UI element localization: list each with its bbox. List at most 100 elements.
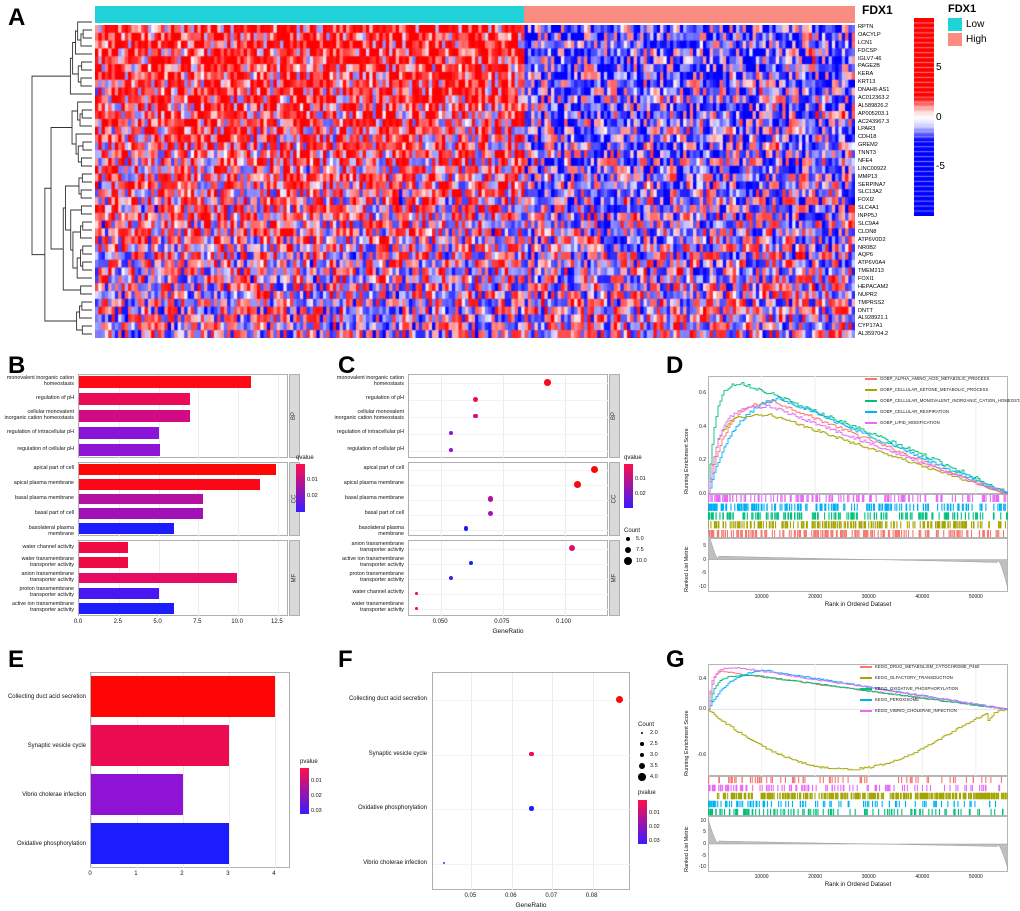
gsea-legend-line (865, 421, 877, 424)
gridline-horizontal (409, 514, 609, 516)
gene-label: DNAH8-AS1 (858, 87, 890, 93)
gsea-legend-row: GOBP_ALPHA_AMINO_ACID_METABOLIC_PROCESS (865, 376, 989, 381)
gene-label: AL359704.2 (858, 331, 889, 338)
x-axis-tick: 0.0 (73, 619, 83, 625)
bar-term (79, 602, 175, 614)
gene-label: TMEM213 (858, 268, 884, 275)
gsea-curve (708, 404, 1008, 495)
legend-tick-pvalue: 0.03 (311, 808, 322, 814)
term-label: regulation of pH (365, 395, 404, 402)
gsea-legend-label: KEGG_VIBRIO_CHOLERAE_INFECTION (875, 708, 957, 713)
legend-tick-qvalue: 0.02 (307, 493, 318, 499)
legend-dot-count (624, 546, 632, 554)
term-label: basal part of cell (34, 509, 74, 516)
gsea-legend-label: KEGG_OLFACTORY_TRANSDUCTION (875, 675, 953, 680)
gsea-curve (708, 396, 1008, 494)
bar-term (79, 508, 204, 520)
panel-f-kegg-dotplot: F Collecting duct acid secretion Synaptic… (330, 640, 660, 911)
facet-strip-cc: CC (609, 462, 620, 536)
legend-dot-count (638, 773, 646, 781)
x-axis-tick: 40000 (915, 874, 930, 880)
gridline-vertical (552, 673, 554, 891)
expression-colorbar (914, 18, 934, 216)
x-axis-title: GeneRatio (515, 902, 547, 909)
term-label: basolateral plasma membrane (28, 524, 74, 537)
gridline-horizontal (409, 433, 609, 435)
y-axis-tick-ranked: -10 (698, 583, 706, 590)
legend-swatch-low (948, 18, 962, 31)
gene-label: SLC4A1 (858, 205, 879, 212)
heatmap-body (95, 25, 855, 338)
dot-term (442, 861, 445, 864)
bar-term (79, 376, 251, 389)
gsea-legend-row: KEGG_OXIDATIVE_PHOSPHORYLATION (860, 686, 958, 691)
x-axis-tick: 0.100 (556, 619, 572, 625)
term-label: monovalent inorganic cation homeostasis (6, 375, 74, 388)
gridline-horizontal (409, 609, 609, 611)
legend-tick-pvalue: 0.02 (649, 824, 660, 830)
legend-colorbar-qvalue (624, 464, 633, 508)
legend-tick-qvalue: 0.01 (635, 476, 646, 482)
plot-area (432, 672, 631, 891)
gene-label: SLC13A2 (858, 189, 882, 196)
panel-letter-d: D (666, 352, 684, 379)
gene-label: INPP5J (858, 213, 877, 219)
gene-label: IGLV7-46 (858, 55, 882, 62)
ranked-list-metric-area (708, 818, 1008, 870)
gridline-horizontal (433, 863, 631, 865)
gene-label: GREM2 (858, 142, 878, 149)
gene-label: CDH18 (858, 134, 877, 141)
gridline-horizontal (409, 548, 609, 550)
term-label: water channel activity (352, 589, 404, 596)
x-axis-tick: 5.0 (153, 619, 162, 625)
x-axis-tick: 50000 (968, 874, 983, 880)
gsea-legend-label: GOBP_ALPHA_AMINO_ACID_METABOLIC_PROCESS (880, 376, 990, 381)
gsea-legend-row: GOBP_CELLULAR_KETONE_METABOLIC_PROCESS (865, 387, 988, 392)
gsea-legend-label: GOBP_CELLULAR_RESPIRATION (880, 409, 949, 414)
panel-b-go-barplot: B BP monovalent inorganic cation homeostas… (0, 352, 330, 640)
x-axis-tick: 10000 (754, 874, 769, 880)
legend-label-count: 3.0 (650, 752, 658, 758)
term-label: apical part of cell (33, 465, 74, 472)
facet-plot-area-cc (408, 462, 609, 537)
bar-term (91, 773, 183, 816)
x-axis-title: Rank in Ordered Dataset (824, 602, 892, 608)
gsea-legend-line (865, 388, 877, 391)
bar-term (91, 724, 229, 767)
bar-term (79, 409, 191, 423)
dot-term (544, 379, 551, 386)
term-label: basal plasma membrane (344, 495, 404, 501)
x-axis-tick: 0.075 (494, 619, 510, 625)
y-axis-tick-ranked: 5 (703, 829, 706, 836)
x-axis-tick: 0.07 (545, 893, 558, 899)
gridline-horizontal (409, 383, 609, 385)
legend-title-pvalue: pvalue (638, 790, 656, 796)
bar-term (79, 557, 129, 569)
panel-g-gsea-kegg: G Running Enrichment Score Ranked List Me… (660, 640, 1020, 911)
gene-label: RPTN (858, 24, 874, 30)
gene-label: PAGE2B (858, 63, 880, 70)
gsea-curve (708, 708, 1008, 771)
ranked-list-metric-area (708, 529, 1008, 590)
gridline-horizontal (433, 700, 631, 702)
legend-tick-qvalue: 0.02 (635, 491, 646, 497)
legend-colorbar-pvalue (638, 800, 647, 844)
facet-strip-label: BP (611, 411, 618, 421)
gene-label: LCN1 (858, 39, 873, 46)
row-dendrogram (30, 18, 92, 338)
term-label: active ion transmembrane transporter acti… (341, 555, 404, 568)
legend-label-count: 5.0 (636, 536, 644, 542)
gsea-legend-row: KEGG_DRUG_METABOLISM_CYTOCHROME_P450 (860, 664, 979, 669)
gsea-legend-line (860, 709, 872, 712)
gene-label: ATP6V0A4 (858, 260, 886, 267)
gene-label: CLDN8 (858, 228, 877, 235)
term-label: basal part of cell (364, 509, 404, 516)
term-label: regulation of cellular pH (17, 445, 74, 452)
legend-dot-count (623, 556, 633, 566)
x-axis-tick: 20000 (808, 874, 823, 880)
term-label: regulation of pH (35, 395, 74, 402)
gridline-horizontal (409, 500, 609, 501)
x-axis-tick: 3 (226, 871, 230, 877)
gene-label: FDCSP (858, 47, 877, 54)
y-axis-tick-ranked: -5 (701, 852, 706, 859)
